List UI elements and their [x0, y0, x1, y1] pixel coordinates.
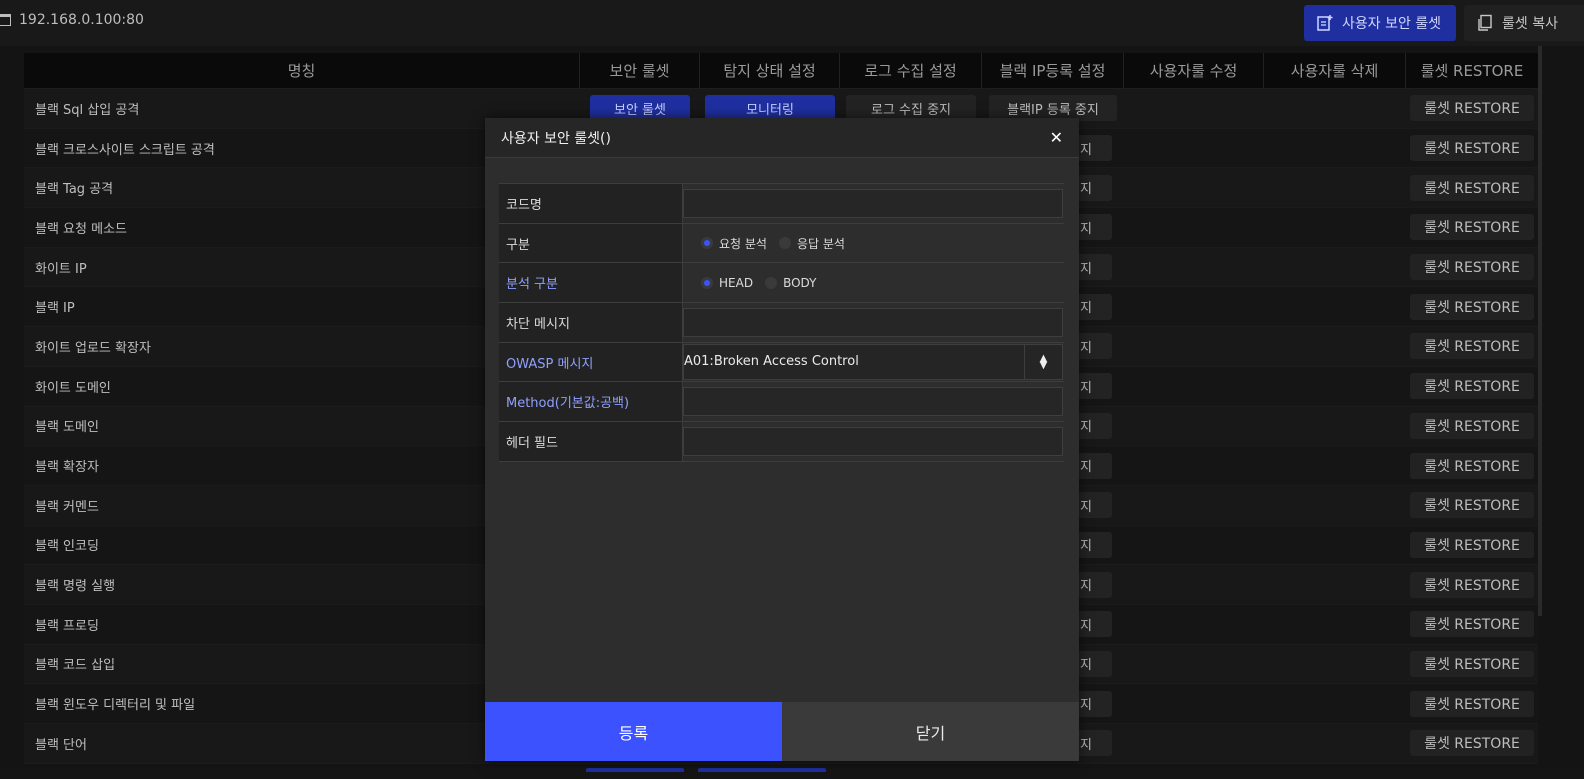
restore-button[interactable]: 룰셋 RESTORE — [1410, 333, 1534, 360]
copy-icon — [1478, 14, 1492, 31]
code-name-label: 코드명 — [499, 184, 683, 223]
scrollbar[interactable] — [1538, 46, 1542, 616]
restore-button[interactable]: 룰셋 RESTORE — [1410, 174, 1534, 201]
window-icon — [0, 14, 11, 26]
radio-dot — [778, 237, 791, 250]
restore-button[interactable]: 룰셋 RESTORE — [1410, 95, 1534, 122]
header-field-input[interactable] — [683, 427, 1063, 457]
blackip-stop-button[interactable]: 지 — [1076, 254, 1112, 281]
form-row-category: 구분 요청 분석 응답 분석 — [499, 223, 1064, 264]
top-bar: 192.168.0.100:80 사용자 보안 룰셋 룰셋 복사 — [0, 0, 1584, 46]
block-msg-label: 차단 메시지 — [499, 303, 683, 342]
code-name-input[interactable] — [683, 189, 1063, 218]
restore-button[interactable]: 룰셋 RESTORE — [1410, 412, 1534, 439]
header-restore: 룰셋 RESTORE — [1420, 62, 1524, 80]
restore-button[interactable]: 룰셋 RESTORE — [1410, 452, 1534, 479]
restore-button[interactable]: 룰셋 RESTORE — [1410, 293, 1534, 320]
modal-header: 사용자 보안 룰셋() ✕ — [485, 118, 1079, 158]
header-log: 로그 수집 설정 — [840, 53, 982, 88]
analysis-label: 분석 구분 — [499, 263, 683, 303]
modal-title: 사용자 보안 룰셋() — [501, 130, 611, 147]
blackip-stop-button[interactable]: 지 — [1076, 690, 1112, 717]
owasp-value: A01:Broken Access Control — [684, 354, 859, 370]
close-icon[interactable]: ✕ — [1050, 128, 1063, 147]
user-ruleset-label: 사용자 보안 룰셋 — [1342, 16, 1442, 32]
copy-ruleset-label: 룰셋 복사 — [1502, 16, 1558, 32]
submit-button[interactable]: 등록 — [485, 702, 782, 761]
blackip-stop-button[interactable]: 지 — [1076, 373, 1112, 400]
blackip-stop-button[interactable]: 지 — [1076, 452, 1112, 479]
blackip-stop-button[interactable]: 지 — [1076, 333, 1112, 360]
radio-dot — [701, 237, 713, 250]
blackip-stop-button[interactable]: 지 — [1076, 531, 1112, 558]
form-row-analysis: 분석 구분 HEAD BODY — [499, 263, 1064, 304]
header-ruleset: 보안 룰셋 — [580, 53, 700, 88]
restore-button[interactable]: 룰셋 RESTORE — [1410, 492, 1534, 519]
radio-head-label: HEAD — [719, 275, 754, 290]
restore-button[interactable]: 룰셋 RESTORE — [1410, 135, 1534, 162]
category-label: 구분 — [499, 223, 683, 263]
blackip-stop-button[interactable]: 지 — [1076, 730, 1112, 757]
radio-head[interactable]: HEAD — [701, 276, 753, 290]
block-msg-input[interactable] — [683, 308, 1063, 338]
restore-button[interactable]: 룰셋 RESTORE — [1410, 730, 1534, 757]
restore-button[interactable]: 룰셋 RESTORE — [1410, 650, 1534, 677]
copy-ruleset-button[interactable]: 룰셋 복사 — [1464, 5, 1584, 41]
restore-button[interactable]: 룰셋 RESTORE — [1410, 254, 1534, 281]
table-header: 명칭 보안 룰셋 탐지 상태 설정 로그 수집 설정 블랙 IP등록 설정 사용… — [24, 53, 1538, 89]
blackip-stop-button[interactable]: 지 — [1076, 135, 1112, 162]
method-label: Method(기본값:공백) — [499, 382, 683, 422]
header-detect: 탐지 상태 설정 — [700, 53, 840, 88]
user-ruleset-modal: 사용자 보안 룰셋() ✕ 코드명 구분 요청 분석 응답 분석 분석 구분 H… — [485, 118, 1079, 761]
address-bar: 192.168.0.100:80 — [0, 12, 144, 28]
user-ruleset-button[interactable]: 사용자 보안 룰셋 — [1304, 5, 1456, 41]
blackip-stop-button[interactable]: 지 — [1076, 611, 1112, 638]
header-field-label: 헤더 필드 — [499, 422, 683, 461]
sort-arrows-icon: ▲ ▼ — [1024, 344, 1062, 379]
radio-response[interactable]: 응답 분석 — [778, 235, 845, 252]
blackip-stop-button[interactable]: 지 — [1076, 492, 1112, 519]
method-input[interactable] — [683, 387, 1063, 417]
owasp-label: OWASP 메시지 — [499, 342, 683, 382]
form-row-header-field: 헤더 필드 — [499, 422, 1064, 462]
restore-button[interactable]: 룰셋 RESTORE — [1410, 214, 1534, 241]
header-edit: 사용자룰 수정 — [1124, 53, 1264, 88]
radio-body[interactable]: BODY — [765, 276, 816, 290]
form-row-block-msg: 차단 메시지 — [499, 303, 1064, 343]
header-name: 명칭 — [24, 53, 580, 88]
owasp-select[interactable]: A01:Broken Access Control ▲ ▼ — [683, 343, 1063, 380]
blackip-stop-button[interactable]: 지 — [1076, 174, 1112, 201]
address-text: 192.168.0.100:80 — [19, 12, 144, 28]
restore-button[interactable]: 룰셋 RESTORE — [1410, 690, 1534, 717]
partial-monitor-button[interactable] — [698, 768, 826, 772]
blackip-stop-button[interactable]: 지 — [1076, 293, 1112, 320]
restore-button[interactable]: 룰셋 RESTORE — [1410, 373, 1534, 400]
restore-button[interactable]: 룰셋 RESTORE — [1410, 571, 1534, 598]
header-blackip: 블랙 IP등록 설정 — [982, 53, 1124, 88]
radio-request-label: 요청 분석 — [719, 236, 767, 251]
form-row-owasp: OWASP 메시지 A01:Broken Access Control ▲ ▼ — [499, 342, 1064, 383]
radio-request[interactable]: 요청 분석 — [701, 235, 767, 252]
radio-dot — [701, 276, 713, 289]
close-button[interactable]: 닫기 — [782, 702, 1079, 761]
radio-body-label: BODY — [783, 275, 817, 290]
restore-button[interactable]: 룰셋 RESTORE — [1410, 531, 1534, 558]
ruleset-form: 코드명 구분 요청 분석 응답 분석 분석 구분 HEAD BODY 차단 메시… — [499, 183, 1064, 462]
form-row-method: Method(기본값:공백) — [499, 382, 1064, 423]
blackip-stop-button[interactable]: 지 — [1076, 571, 1112, 598]
radio-dot — [765, 276, 778, 289]
modal-footer: 등록 닫기 — [485, 702, 1079, 761]
partial-ruleset-button[interactable] — [586, 768, 684, 772]
form-row-code: 코드명 — [499, 184, 1064, 224]
blackip-stop-button[interactable]: 지 — [1076, 214, 1112, 241]
restore-button[interactable]: 룰셋 RESTORE — [1410, 611, 1534, 638]
radio-response-label: 응답 분석 — [796, 236, 845, 251]
blackip-stop-button[interactable]: 지 — [1076, 650, 1112, 677]
header-delete: 사용자룰 삭제 — [1264, 53, 1406, 88]
blackip-stop-button[interactable]: 지 — [1076, 412, 1112, 439]
add-document-icon — [1317, 15, 1333, 31]
